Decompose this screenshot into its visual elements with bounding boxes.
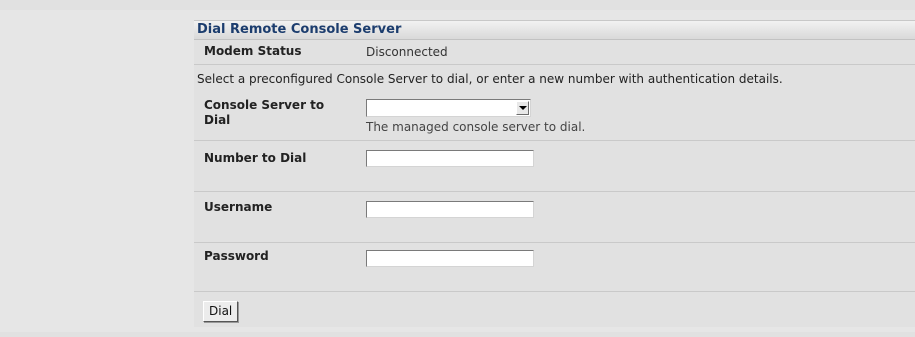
console-server-help: The managed console server to dial. [366,120,586,134]
password-input[interactable] [366,250,534,267]
divider [194,242,915,243]
dial-button[interactable]: Dial [203,301,239,322]
console-server-label-line1: Console Server to [204,98,325,112]
divider [194,191,915,192]
username-input[interactable] [366,201,534,218]
number-to-dial-input[interactable] [366,150,534,167]
divider [194,291,915,292]
number-to-dial-label: Number to Dial [204,151,307,165]
divider [194,140,915,141]
panel-title: Dial Remote Console Server [197,22,402,37]
password-label: Password [204,249,269,263]
modem-status-label: Modem Status [204,44,302,58]
username-label: Username [204,200,273,214]
dial-remote-console-panel: Dial Remote Console Server Modem Status … [194,20,915,327]
instructions-text: Select a preconfigured Console Server to… [197,72,783,86]
console-server-select[interactable] [366,99,531,117]
panel-header: Dial Remote Console Server [194,20,915,40]
modem-status-value: Disconnected [366,45,448,59]
console-server-label: Console Server to Dial [204,98,324,128]
divider [194,64,915,65]
chevron-down-icon[interactable] [516,101,529,115]
console-server-label-line2: Dial [204,113,231,127]
